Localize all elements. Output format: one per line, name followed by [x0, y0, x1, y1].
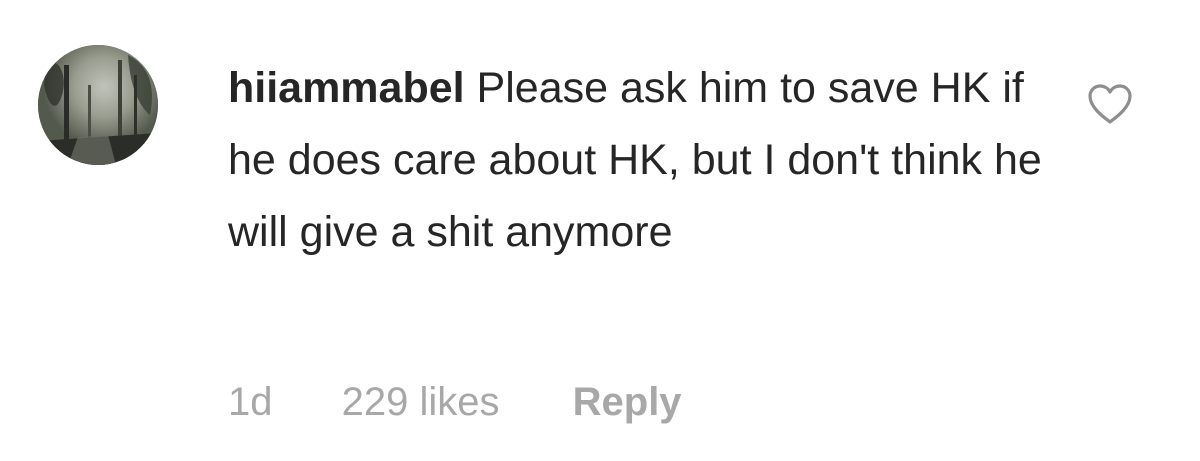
likes-count[interactable]: 229 likes	[342, 374, 500, 430]
comment-timestamp: 1d	[228, 380, 273, 424]
heart-outline-icon	[1088, 84, 1132, 124]
comment-body: hiiammabel Please ask him to save HK if …	[228, 52, 1078, 268]
avatar-photo	[38, 45, 158, 165]
comment-username[interactable]: hiiammabel	[228, 64, 465, 112]
reply-button[interactable]: Reply	[573, 374, 682, 430]
avatar[interactable]	[38, 45, 158, 165]
comment-meta: 1d 229 likes Reply	[228, 374, 682, 430]
like-button[interactable]	[1086, 82, 1134, 126]
comment: hiiammabel Please ask him to save HK if …	[0, 0, 1200, 461]
